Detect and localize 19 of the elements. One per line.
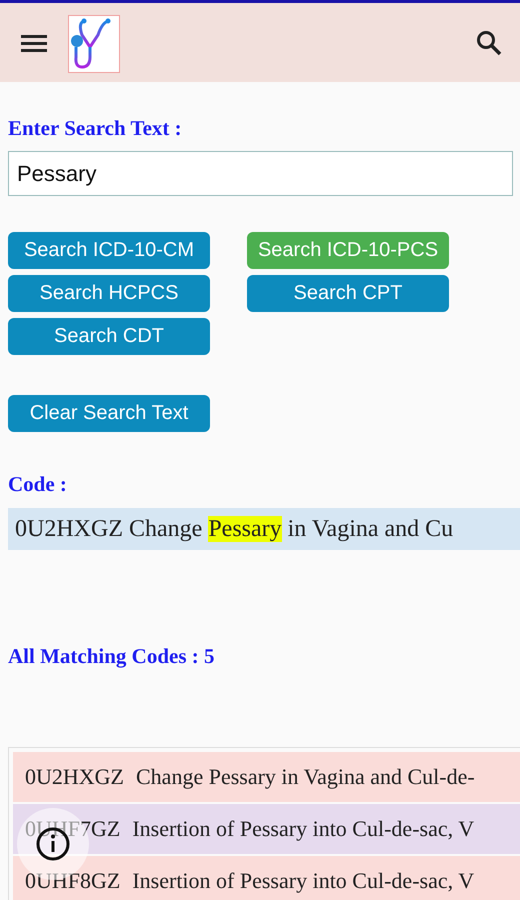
- search-field[interactable]: Pessary: [8, 151, 513, 196]
- search-button[interactable]: Search HCPCS: [8, 275, 210, 312]
- description-cell: Insertion of Pessary into Cul-de-sac, V: [132, 816, 474, 842]
- code-cell: 0U2HXGZ: [25, 764, 124, 790]
- matching-codes-label: All Matching Codes : 5: [8, 644, 216, 669]
- description-cell: Change Pessary in Vagina and Cul-de-: [136, 764, 475, 790]
- description-cell: Insertion of Pessary into Cul-de-sac, V: [132, 868, 474, 894]
- search-button[interactable]: Search ICD-10-PCS: [247, 232, 449, 269]
- code-row[interactable]: 0UHF8GZ Insertion of Pessary into Cul-de-sac, V: [13, 856, 520, 900]
- search-button[interactable]: Search CPT: [247, 275, 449, 312]
- stethoscope-logo-icon: [68, 14, 120, 72]
- clear-button[interactable]: Clear Search Text: [8, 395, 210, 432]
- search-icon[interactable]: [476, 30, 502, 56]
- search-label: Enter Search Text :: [8, 116, 183, 141]
- search-button[interactable]: Search ICD-10-CM: [8, 232, 210, 269]
- search-button[interactable]: Search CDT: [8, 318, 210, 355]
- code-cell: 0UHF8GZ: [25, 868, 120, 894]
- code-label: Code :: [8, 472, 68, 497]
- code-row[interactable]: 0U2HXGZ Change Pessary in Vagina and Cul-de-: [13, 752, 520, 802]
